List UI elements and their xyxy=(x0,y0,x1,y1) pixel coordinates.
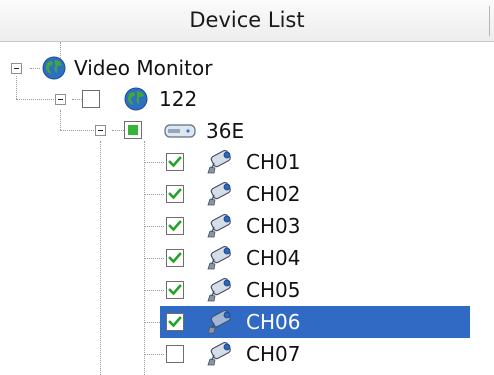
channel-label: CH04 xyxy=(246,246,301,270)
checkmark-icon xyxy=(168,252,182,264)
device-checkbox[interactable] xyxy=(124,121,142,139)
camera-icon xyxy=(207,309,231,334)
channel-checkbox[interactable] xyxy=(166,217,184,235)
dvr-device-icon xyxy=(164,124,196,138)
camera-icon xyxy=(207,213,231,238)
camera-icon xyxy=(207,341,231,366)
column-resize-handle[interactable] xyxy=(489,6,490,36)
checkmark-icon xyxy=(168,284,182,296)
tree-connector xyxy=(144,258,164,259)
tree-connector xyxy=(144,290,164,291)
channel-checkbox[interactable] xyxy=(166,281,184,299)
channel-label: CH01 xyxy=(246,150,301,174)
tree-connector xyxy=(72,99,82,100)
camera-icon xyxy=(207,277,231,302)
device-tree: Video Monitor 122 36E CH01 CH02 CH03 CH0… xyxy=(0,42,494,375)
checkmark-icon xyxy=(168,188,182,200)
collapse-toggle[interactable] xyxy=(55,94,66,105)
device-list-panel: Device List Video Monitor 122 36E CH01 C… xyxy=(0,0,494,375)
checkmark-icon xyxy=(168,220,182,232)
camera-icon xyxy=(207,181,231,206)
tree-connector xyxy=(60,110,61,130)
tree-connector xyxy=(144,354,164,355)
collapse-toggle[interactable] xyxy=(11,63,22,74)
tree-connector xyxy=(60,130,100,131)
globe-icon xyxy=(42,56,66,80)
channel-label: CH02 xyxy=(246,182,301,206)
channel-checkbox[interactable] xyxy=(166,345,184,363)
tree-connector xyxy=(30,68,40,69)
tree-connector xyxy=(100,141,101,375)
tree-node-label: 122 xyxy=(159,87,198,111)
tree-connector xyxy=(112,130,124,131)
column-header[interactable]: Device List xyxy=(0,0,494,42)
channel-checkbox[interactable] xyxy=(166,313,184,331)
group-checkbox[interactable] xyxy=(82,90,100,108)
tree-node-label: 36E xyxy=(206,119,245,143)
camera-icon xyxy=(207,149,231,174)
channel-label: CH07 xyxy=(246,342,301,366)
channel-checkbox[interactable] xyxy=(166,249,184,267)
tree-connector xyxy=(16,76,17,99)
tree-connector xyxy=(16,99,60,100)
channel-checkbox[interactable] xyxy=(166,185,184,203)
checkmark-icon xyxy=(168,156,182,168)
tree-connector xyxy=(144,226,164,227)
channel-label: CH05 xyxy=(246,278,301,302)
header-title: Device List xyxy=(189,8,305,32)
tree-connector xyxy=(144,194,164,195)
globe-icon xyxy=(124,87,148,111)
tree-node-label: Video Monitor xyxy=(74,56,213,80)
channel-label: CH03 xyxy=(246,214,301,238)
camera-icon xyxy=(207,245,231,270)
channel-checkbox[interactable] xyxy=(166,153,184,171)
collapse-toggle[interactable] xyxy=(95,125,106,136)
tree-connector xyxy=(144,162,164,163)
checkmark-icon xyxy=(168,316,182,328)
channel-label: CH06 xyxy=(246,310,301,334)
